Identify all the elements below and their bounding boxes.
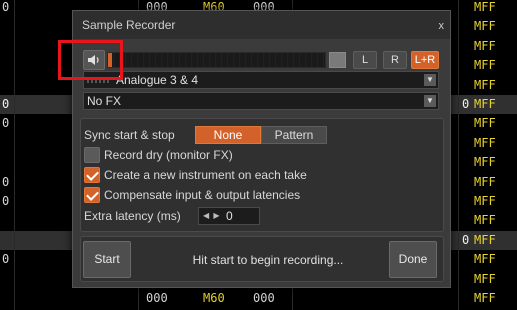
- pattern-cell: MFF: [474, 194, 496, 208]
- dialog-title: Sample Recorder: [82, 18, 176, 32]
- new-instrument-checkbox[interactable]: [84, 167, 100, 183]
- fx-select-value: No FX: [87, 94, 122, 108]
- pattern-cell: MFF: [474, 232, 496, 247]
- pattern-cell: MFF: [474, 97, 496, 111]
- input-level-meter: [107, 52, 326, 68]
- input-device-select[interactable]: Analogue 3 & 4 ▼: [83, 71, 439, 89]
- new-instrument-label: Create a new instrument on each take: [104, 168, 307, 182]
- extra-latency-value: 0: [226, 209, 233, 223]
- pattern-cell: 0: [2, 174, 10, 189]
- extra-latency-field[interactable]: ◀ ▶ 0: [198, 207, 260, 225]
- dropdown-arrow-icon: ▼: [424, 74, 436, 86]
- sync-pattern-button[interactable]: Pattern: [261, 126, 327, 144]
- pattern-cell: MFF: [474, 174, 496, 189]
- pattern-cell: 0: [2, 0, 10, 14]
- pattern-cell: MFF: [474, 19, 496, 34]
- pattern-cell: MFF: [474, 155, 496, 170]
- fx-select[interactable]: No FX ▼: [83, 92, 439, 110]
- pattern-cell: 0: [462, 97, 470, 111]
- meter-peak-indicator[interactable]: [329, 52, 346, 68]
- channel-right-button[interactable]: R: [383, 51, 407, 69]
- pattern-cell: MFF: [474, 77, 496, 92]
- pattern-row: 000 M60 000 MFF: [0, 289, 517, 308]
- status-text: Hit start to begin recording...: [192, 253, 344, 267]
- extra-latency-label: Extra latency (ms): [84, 209, 181, 223]
- sample-recorder-dialog: Sample Recorder x L R L+R Analogue 3 & 4…: [72, 10, 451, 288]
- sync-none-button[interactable]: None: [195, 126, 261, 144]
- pattern-cell: MFF: [474, 271, 496, 286]
- record-dry-label: Record dry (monitor FX): [104, 148, 233, 162]
- pattern-cell: MFF: [474, 116, 496, 131]
- start-button[interactable]: Start: [83, 241, 131, 278]
- channel-stereo-button[interactable]: L+R: [411, 51, 439, 69]
- record-dry-checkbox[interactable]: [84, 147, 100, 163]
- compensate-latency-checkbox[interactable]: [84, 187, 100, 203]
- title-bar[interactable]: Sample Recorder x: [73, 11, 450, 39]
- pattern-cell: MFF: [474, 135, 496, 150]
- dropdown-arrow-icon: ▼: [424, 95, 436, 107]
- pattern-column-separator: [458, 0, 459, 310]
- pattern-cell: MFF: [474, 291, 496, 305]
- pattern-cell: MFF: [474, 0, 496, 14]
- pattern-cell: MFF: [474, 252, 496, 267]
- channel-left-button[interactable]: L: [353, 51, 377, 69]
- pattern-cell: M60: [203, 291, 225, 305]
- pattern-cell: 0: [2, 194, 10, 208]
- input-device-value: Analogue 3 & 4: [116, 73, 199, 87]
- compensate-latency-label: Compensate input & output latencies: [104, 188, 301, 202]
- close-button[interactable]: x: [439, 20, 445, 32]
- pattern-cell: MFF: [474, 38, 496, 53]
- pattern-cell: 0: [462, 232, 470, 247]
- pattern-cell: 000: [253, 291, 275, 305]
- pattern-cell: 000: [146, 291, 168, 305]
- highlight-box: [58, 40, 123, 80]
- pattern-cell: MFF: [474, 58, 496, 73]
- sync-label: Sync start & stop: [84, 128, 175, 142]
- meter-ticks: [108, 53, 325, 67]
- done-button[interactable]: Done: [389, 241, 437, 278]
- pattern-cell: 0: [2, 252, 10, 267]
- pattern-cell: 0: [2, 116, 10, 131]
- latency-stepper-arrows-icon[interactable]: ◀ ▶: [203, 208, 221, 224]
- pattern-column-separator: [14, 0, 15, 310]
- pattern-cell: 0: [2, 97, 10, 111]
- pattern-cell: MFF: [474, 213, 496, 228]
